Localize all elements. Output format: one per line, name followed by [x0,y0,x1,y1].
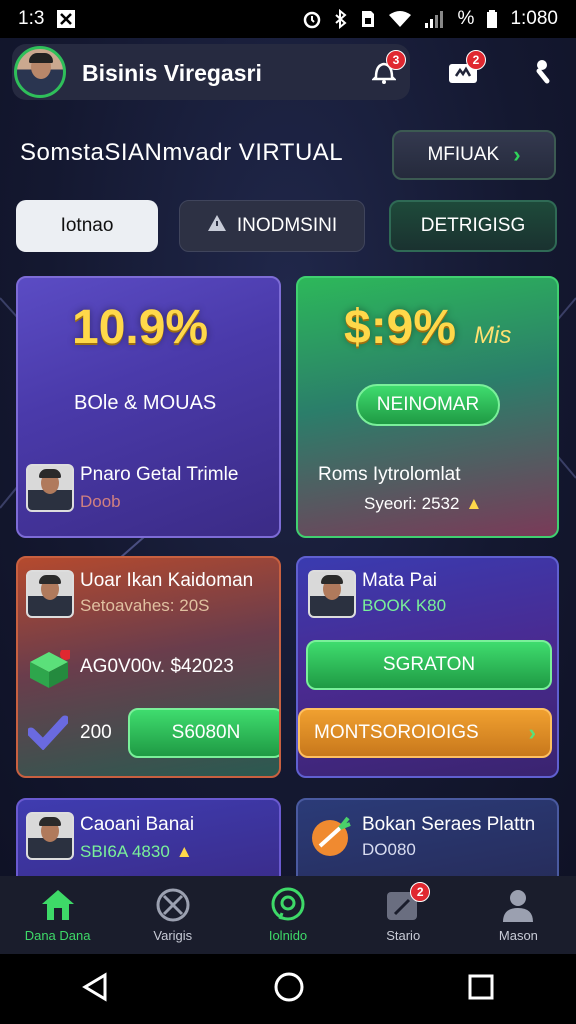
top-action-label: MFIUAK [427,144,500,165]
card-1-sub: Doob [80,492,121,511]
chevron-right-icon: › [528,720,536,745]
nav-label-games: Varigis [153,927,193,943]
card-6-name: Bokan Seraes Plattn [362,814,536,835]
card-3-row2-value: 200 [80,722,112,743]
system-navigation [0,954,576,1024]
card-5-name: Caoani Banai [80,814,195,835]
nav-item-stats[interactable]: 2 Stario [346,876,461,954]
info-card-5[interactable]: Caoani Banai SBI6A 4830 ▲ [16,798,281,876]
bluetooth-icon [334,9,348,29]
inbox-badge: 2 [466,50,486,70]
signal-icon [424,9,446,29]
battery-label: % [457,8,475,29]
inbox-icon[interactable]: 2 [446,50,486,88]
chat-icon [269,887,307,922]
stat-value-2: $:9% [344,301,457,354]
bottom-navigation: Dana Dana Varigis Iolnido 2 Stario Mason [0,876,576,954]
card-5-sub: SBI6A 4830 [80,842,170,861]
card-3-sub: Setoavahes: 20S [80,596,210,615]
user-icon [499,888,537,922]
avatar [26,464,74,512]
card-3-button[interactable]: S6080N [128,708,279,758]
card-4-button[interactable]: SGRATON [306,640,552,690]
card-2-button[interactable]: NEINOMAR [356,384,500,426]
card-4-secondary-label: MONTSOROIOIGS [314,722,479,743]
nav-label-home: Dana Dana [24,927,91,943]
recents-icon[interactable] [467,973,495,1006]
check-icon [26,714,70,755]
card-4-button-label: SGRATON [382,654,476,675]
card-3-row1: AG0V00v. $42023 [80,656,234,677]
card-6-sub: DO080 [362,840,416,859]
tab-1-label: Iotnao [60,215,114,236]
card-4-sub: BOOK K80 [362,596,447,615]
section-subtitle: SomstaSIANmvadr VIRTUAL [20,139,344,166]
crossed-circle-icon [154,888,192,922]
app-screen: Bisinis Viregasri 3 2 SomstaSIANmvadr VI… [0,38,576,876]
warning-icon [207,214,227,238]
nav-label-chat: Iolnido [268,927,308,943]
stat-card-1[interactable]: 10.9% BOle & MOUAS Pnaro Getal Trimle Do… [16,276,281,538]
card-2-sub: Syeori: 2532 [364,494,460,513]
stat-suffix-2: Mis [474,322,512,349]
wifi-icon [388,9,412,29]
cube-icon [28,648,72,695]
status-time-left: 1:3 [18,8,45,29]
back-icon[interactable] [81,971,111,1007]
alarm-icon [302,9,322,29]
tab-2[interactable]: INODMSINI [179,200,365,252]
nav-label-profile: Mason [498,927,538,943]
tab-1[interactable]: Iotnao [16,200,158,252]
home-button-icon[interactable] [273,971,305,1008]
card-1-name: Pnaro Getal Trimle [80,464,239,485]
card-2-name: Roms Iytrolomlat [318,464,461,485]
tab-3-label: DETRIGISG [420,215,526,236]
nav-item-home[interactable]: Dana Dana [0,876,115,954]
battery-icon [486,9,498,29]
status-bar: 1:3 % 1:080 [0,0,576,38]
info-card-4[interactable]: Mata Pai BOOK K80 SGRATON MONTSOROIOIGS … [296,556,559,778]
nav-item-profile[interactable]: Mason [461,876,576,954]
card-4-secondary-button[interactable]: MONTSOROIOIGS › [298,708,552,758]
stat-caption-1: BOle & MOUAS [74,392,217,414]
notification-badge: 3 [386,50,406,70]
info-card-3[interactable]: Uoar Ikan Kaidoman Setoavahes: 20S AG0V0… [16,556,281,778]
notifications-bell-icon[interactable]: 3 [370,50,406,86]
profile-header[interactable]: Bisinis Viregasri 3 [12,44,410,100]
info-card-6[interactable]: Bokan Seraes Plattn DO080 [296,798,559,876]
tab-3[interactable]: DETRIGISG [389,200,557,252]
card-2-button-label: NEINOMAR [376,394,480,415]
nav-item-chat[interactable]: Iolnido [230,876,345,954]
account-icon[interactable] [526,54,560,88]
stat-value-1: 10.9% [72,301,209,354]
home-icon [39,888,77,922]
card-5-sub-row: SBI6A 4830 ▲ [80,842,193,862]
card-3-name: Uoar Ikan Kaidoman [80,570,254,591]
notification-app-icon [56,9,76,29]
card-4-name: Mata Pai [362,570,437,591]
tab-2-label: INODMSINI [236,215,338,236]
nav-item-games[interactable]: Varigis [115,876,230,954]
top-action-button[interactable]: MFIUAK › [392,130,556,180]
stat-card-2[interactable]: $:9% Mis NEINOMAR Roms Iytrolomlat Syeor… [296,276,559,538]
sim-icon [360,9,376,29]
avatar[interactable] [14,46,66,98]
avatar [308,570,356,618]
coin-icon: ▲ [465,494,483,513]
avatar [26,570,74,618]
chevron-right-icon: › [513,142,521,167]
carrot-icon [310,814,354,863]
edit-icon: 2 [384,881,431,922]
coin-icon: ▲ [175,842,193,861]
page-title: Bisinis Viregasri [82,60,262,86]
card-3-button-label: S6080N [171,722,241,743]
nav-badge: 2 [410,881,431,902]
card-2-sub-row: Syeori: 2532 ▲ [364,494,482,514]
nav-label-stats: Stario [386,927,421,943]
status-time: 1:080 [510,8,558,29]
avatar [26,812,74,860]
